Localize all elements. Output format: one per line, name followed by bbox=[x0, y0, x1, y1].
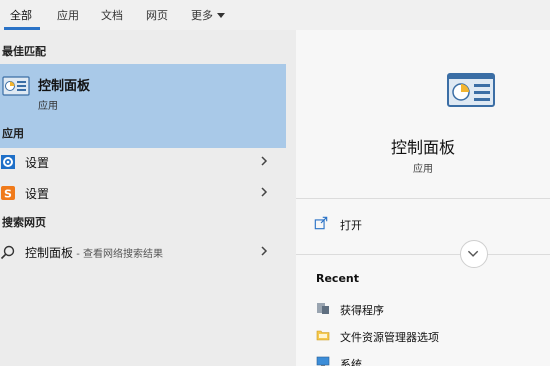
tab-more-label: 更多 bbox=[191, 9, 213, 22]
recent-heading: Recent bbox=[316, 272, 360, 285]
programs-icon bbox=[317, 303, 329, 314]
open-label: 打开 bbox=[340, 219, 362, 232]
recent-item-label: 文件资源管理器选项 bbox=[340, 331, 439, 344]
results-pane: 最佳匹配 控制面板 应用 应用 设置 S 设置 搜索网页 控制面板 - 查看网络… bbox=[0, 30, 286, 366]
chevron-right-icon[interactable] bbox=[258, 185, 270, 199]
preview-subtitle: 应用 bbox=[413, 164, 433, 175]
sogou-s-icon: S bbox=[1, 186, 15, 201]
tab-all[interactable]: 全部 bbox=[10, 7, 32, 23]
web-result-query: 控制面板 bbox=[25, 246, 74, 260]
svg-text:S: S bbox=[4, 188, 12, 201]
control-panel-large-icon bbox=[447, 73, 495, 107]
divider bbox=[296, 254, 550, 255]
best-match-type: 应用 bbox=[38, 101, 58, 112]
tab-web[interactable]: 网页 bbox=[146, 7, 168, 23]
web-search-heading: 搜索网页 bbox=[2, 216, 46, 229]
expand-button[interactable] bbox=[460, 240, 488, 268]
control-panel-icon bbox=[2, 76, 30, 96]
app-result-label: 设置 bbox=[25, 156, 50, 170]
web-search-result[interactable]: 控制面板 - 查看网络搜索结果 bbox=[0, 237, 286, 267]
chevron-down-icon bbox=[467, 250, 479, 257]
apps-heading: 应用 bbox=[2, 127, 24, 140]
divider bbox=[296, 198, 550, 199]
recent-item-label: 获得程序 bbox=[340, 304, 384, 317]
caret-down-icon bbox=[217, 12, 225, 18]
search-icon bbox=[0, 245, 15, 260]
best-match-heading: 最佳匹配 bbox=[2, 45, 46, 58]
open-external-icon bbox=[314, 216, 328, 230]
search-panel: 全部 应用 文档 网页 更多 最佳匹配 控制面板 应用 应用 设置 S 设置 搜… bbox=[0, 0, 550, 366]
preview-pane: 控制面板 应用 打开 Recent 获得程序 文件资源管理器选项 系统 bbox=[296, 30, 550, 366]
app-result-label: 设置 bbox=[25, 187, 50, 201]
gear-icon bbox=[1, 155, 15, 169]
folder-options-icon bbox=[316, 330, 330, 341]
app-result-settings[interactable]: 设置 bbox=[0, 147, 286, 177]
best-match-name: 控制面板 bbox=[38, 79, 91, 94]
best-match-item[interactable]: 控制面板 应用 bbox=[0, 64, 286, 148]
recent-item-label: 系统 bbox=[340, 358, 362, 366]
web-result-text: 控制面板 - 查看网络搜索结果 bbox=[25, 244, 163, 261]
tab-apps[interactable]: 应用 bbox=[57, 7, 79, 23]
app-result-settings-sogou[interactable]: S 设置 bbox=[0, 178, 286, 208]
web-result-hint: - 查看网络搜索结果 bbox=[73, 249, 163, 260]
tab-documents[interactable]: 文档 bbox=[101, 7, 123, 23]
tab-more[interactable]: 更多 bbox=[191, 7, 225, 23]
system-icon bbox=[316, 356, 330, 366]
chevron-right-icon[interactable] bbox=[258, 244, 270, 258]
preview-title: 控制面板 bbox=[390, 138, 455, 157]
search-tab-bar: 全部 应用 文档 网页 更多 bbox=[0, 0, 550, 30]
chevron-right-icon[interactable] bbox=[258, 154, 270, 168]
